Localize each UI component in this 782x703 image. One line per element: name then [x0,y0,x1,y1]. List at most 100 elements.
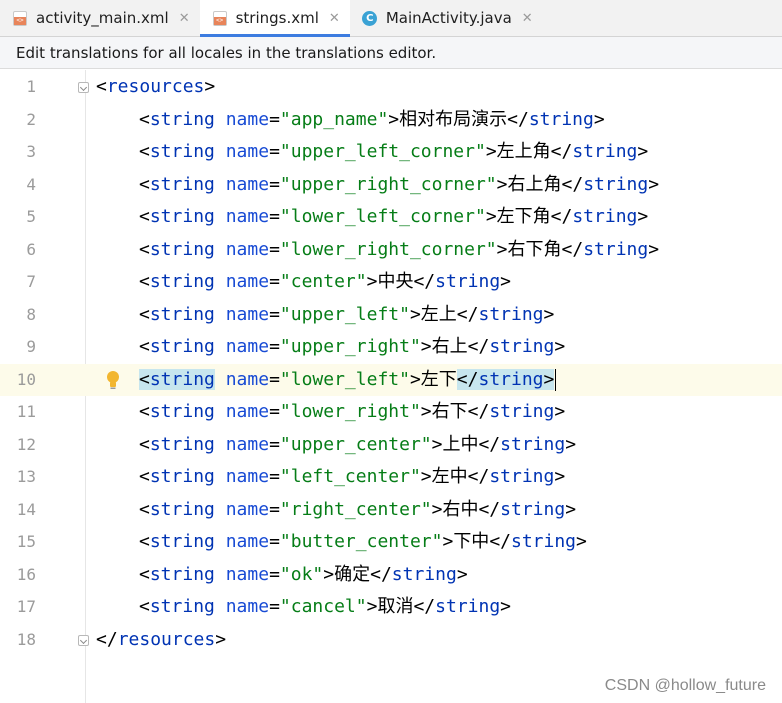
code-editor[interactable]: 1 <resources> 2 <string name="app_name">相对布… [0,70,782,703]
tag-bracket: > [204,76,216,97]
string-value: 右中 [442,498,479,520]
tag-bracket: > [565,433,577,455]
open-tag: <string [139,466,215,487]
attribute-name: name [214,563,270,585]
close-tag: </string> [468,466,566,487]
close-tag: </string> [413,596,511,617]
tag-bracket: > [366,271,378,292]
code-text: <string name="upper_left_corner">左上角</st… [139,136,648,169]
code-line[interactable]: 13 <string name="left_center">左中</string> [0,461,782,494]
close-tag: </string> [457,304,555,325]
string-value: 左中 [431,466,468,487]
tag-bracket: </ [507,108,529,130]
close-tag: </string> [478,434,576,455]
close-tag: </string> [468,336,566,357]
open-tag: <string [139,499,215,520]
open-tag: <string [139,304,215,325]
tag-name: string [149,271,215,292]
close-icon[interactable]: ✕ [522,11,533,26]
string-value: 右下角 [507,238,562,260]
equals: = [269,303,280,325]
code-line[interactable]: 5 <string name="lower_left_corner">左下角</s… [0,201,782,234]
close-tag: </string> [478,499,576,520]
code-line[interactable]: 17 <string name="cancel">取消</string> [0,591,782,624]
code-line[interactable]: 2 <string name="app_name">相对布局演示</string> [0,104,782,137]
tag-bracket: > [554,336,566,357]
line-number: 5 [26,207,36,226]
lightbulb-icon[interactable] [104,369,122,391]
tag-bracket: </ [96,628,118,650]
tag-name: string [528,108,594,130]
close-tag: </string> [562,174,660,195]
string-value: 中央 [377,271,414,292]
tag-name: resources [117,628,216,650]
line-number: 11 [16,402,36,421]
code-line[interactable]: 12 <string name="upper_center">上中</string… [0,429,782,462]
tag-bracket: > [456,563,468,585]
fold-toggle-icon[interactable] [78,634,89,646]
code-line[interactable]: 4 <string name="upper_right_corner">右上角</… [0,169,782,202]
close-tag: </string> [562,239,660,260]
tag-bracket: </ [489,531,511,552]
tag-bracket: < [139,368,150,390]
code-line[interactable]: 18 </resources> [0,624,782,657]
tab-strings-xml[interactable]: strings.xml ✕ [199,0,351,37]
attribute-value: "lower_right_corner" [279,238,497,260]
code-line[interactable]: 15 <string name="butter_center">下中</strin… [0,526,782,559]
equals: = [269,401,280,422]
close-tag: </string> [413,271,511,292]
tag-name: string [149,238,215,260]
xml-file-icon [212,10,228,26]
code-line[interactable]: 6 <string name="lower_right_corner">右下角</… [0,234,782,267]
attribute-name: name [214,271,270,292]
tag-bracket: > [431,498,443,520]
close-tag: </string> [489,531,587,552]
line-number: 16 [16,564,36,584]
close-icon[interactable]: ✕ [329,11,340,26]
attribute-value: "upper_right_corner" [279,173,497,195]
code-line[interactable]: 11 <string name="lower_right">右下</string> [0,396,782,429]
code-line[interactable]: 14 <string name="right_center">右中</string… [0,494,782,527]
tag-bracket: < [139,401,150,422]
tag-bracket: > [496,173,508,195]
tab-activity-main-xml[interactable]: activity_main.xml ✕ [0,0,200,36]
tag-bracket: < [139,303,150,325]
close-icon[interactable]: ✕ [179,11,190,26]
tab-main-activity-java[interactable]: C MainActivity.java ✕ [350,0,543,36]
tag-bracket: < [139,466,150,487]
tag-name: string [149,108,215,130]
close-tag: </string> [370,564,468,585]
code-line[interactable]: 3 <string name="upper_left_corner">左上角</s… [0,136,782,169]
equals: = [269,433,280,455]
attribute-name: name [214,303,270,325]
attribute-value: "upper_right" [279,336,421,357]
code-line[interactable]: 1 <resources> [0,71,782,104]
fold-toggle-icon[interactable] [78,82,89,93]
attribute-name: name [214,401,270,422]
code-text: <string name="app_name">相对布局演示</string> [139,104,605,137]
line-number: 12 [16,434,36,454]
line-number: 4 [26,174,36,194]
line-number: 9 [26,337,36,356]
code-line[interactable]: 10 <string name="lower_left">左下</string> [0,363,782,397]
tag-bracket: > [554,466,566,487]
code-text: <string name="lower_left">左下</string> [139,364,557,397]
open-tag: <string [139,434,215,455]
tag-bracket: </ [550,141,573,162]
code-line[interactable]: 7 <string name="center">中央</string> [0,266,782,299]
tag-name: string [478,368,544,390]
open-tag: <string [139,206,215,227]
string-value: 确定 [334,563,371,585]
attribute-name: name [214,173,270,195]
code-line[interactable]: 8 <string name="upper_left">左上</string> [0,299,782,332]
code-text: <string name="lower_left_corner">左下角</st… [139,201,648,234]
code-text: <string name="center">中央</string> [139,266,511,299]
attribute-value: "cancel" [279,596,367,617]
tag-name: string [572,141,638,162]
code-line[interactable]: 16 <string name="ok">确定</string> [0,559,782,592]
tag-bracket: < [139,498,150,520]
tab-label: strings.xml [235,9,319,27]
tag-bracket: > [323,563,335,585]
code-line[interactable]: 9 <string name="upper_right">右上</string> [0,331,782,364]
string-value: 下中 [453,531,490,552]
